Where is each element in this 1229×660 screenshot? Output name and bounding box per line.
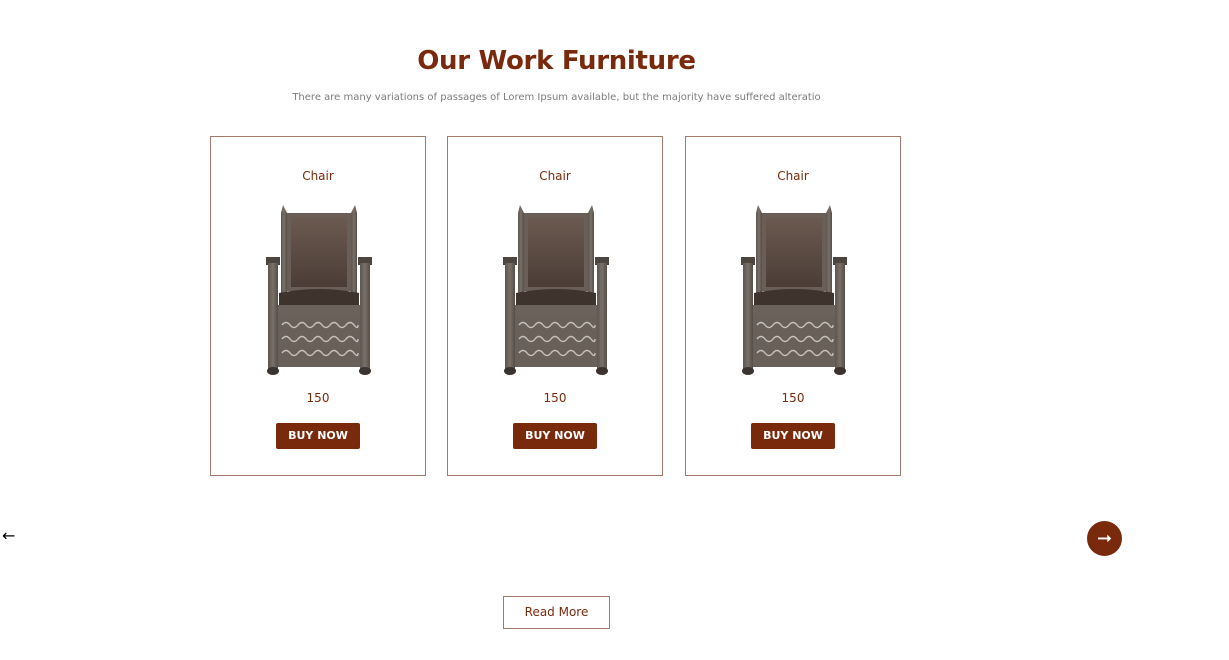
product-name: Chair [302,169,334,183]
chair-image [502,204,610,376]
product-name: Chair [777,169,809,183]
read-more-button[interactable]: Read More [503,596,610,629]
product-price: 150 [306,391,330,405]
product-card: Chair 150 BUY NOW [447,136,663,476]
section-title: Our Work Furniture [417,46,696,76]
buy-now-button[interactable]: BUY NOW [513,423,597,449]
buy-now-button[interactable]: BUY NOW [276,423,360,449]
furniture-section: Our Work Furniture There are many variat… [0,0,1229,660]
arrow-right-icon[interactable]: ➞ [1087,521,1122,556]
product-price: 150 [543,391,567,405]
chair-image [740,204,848,376]
product-price: 150 [781,391,805,405]
section-subtitle: There are many variations of passages of… [292,92,821,103]
arrow-left-icon[interactable]: ← [2,528,15,544]
chair-image [265,204,373,376]
buy-now-button[interactable]: BUY NOW [751,423,835,449]
product-name: Chair [539,169,571,183]
product-card: Chair 150 BUY NOW [685,136,901,476]
product-card: Chair 150 BUY NOW [210,136,426,476]
